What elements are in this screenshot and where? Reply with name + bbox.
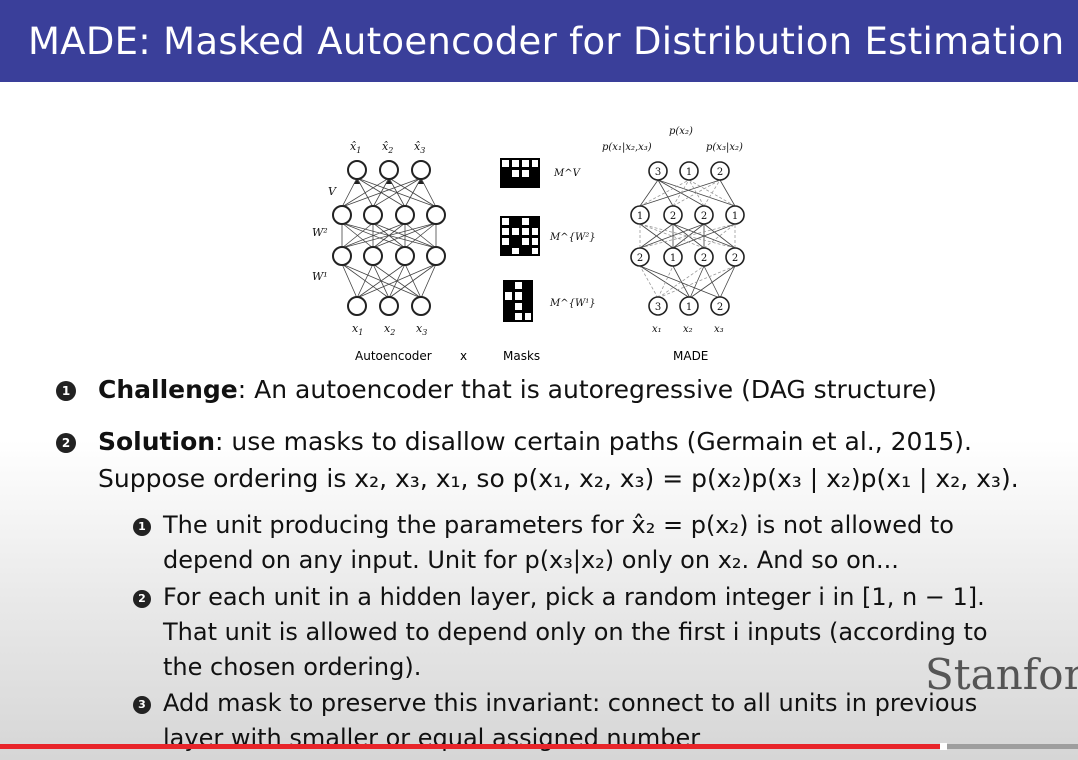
made-in-2-label: x₂ — [683, 324, 693, 335]
ae-in-2-label: x2 — [384, 322, 395, 337]
mask-v-label: M^V — [553, 168, 582, 179]
subbullet-number: 3 — [133, 696, 151, 714]
ae-in-3-label: x3 — [416, 322, 427, 337]
mask-v — [500, 158, 540, 188]
made-h1-num-2: 1 — [670, 253, 676, 264]
made-right-label: p(x₃|x₂) — [706, 142, 743, 153]
subbullet-number: 1 — [133, 518, 151, 536]
ae-out-1-label: x̂1 — [350, 140, 361, 155]
made-h1-num-1: 2 — [637, 253, 643, 264]
bullet-text-line2: Suppose ordering is x₂, x₃, x₁, so p(x₁,… — [98, 464, 1019, 493]
weight-v-label: V — [328, 185, 337, 198]
subbullet-line: depend on any input. Unit for p(x₃|x₂) o… — [163, 546, 899, 574]
made-out-num-3: 2 — [717, 167, 723, 178]
subbullet-line: That unit is allowed to depend only on t… — [163, 618, 988, 646]
bullet-number: 2 — [56, 433, 76, 453]
weight-w1-label: W¹ — [312, 270, 328, 283]
weight-w2-label: W² — [312, 226, 328, 239]
subbullet-line: the chosen ordering). — [163, 653, 422, 681]
mask-w1 — [503, 280, 533, 322]
subbullet-number: 2 — [133, 590, 151, 608]
subbullet-line: For each unit in a hidden layer, pick a … — [163, 583, 985, 611]
made-h2-num-2: 2 — [670, 211, 676, 222]
made-figure: x̂1 x̂2 x̂3 V W² W¹ x1 x2 x3 Autoencoder… — [312, 126, 745, 363]
video-progress-fill — [0, 744, 941, 749]
slide-title: MADE: Masked Autoencoder for Distributio… — [28, 20, 1065, 63]
made-in-1-label: x₁ — [652, 324, 662, 335]
made-h2-num-1: 1 — [637, 211, 643, 222]
made-h1-num-4: 2 — [732, 253, 738, 264]
made-out-num-2: 1 — [686, 167, 692, 178]
subbullet-line: The unit producing the parameters for x̂… — [163, 511, 954, 539]
made-in-num-3: 2 — [717, 302, 723, 313]
masks-caption: Masks — [503, 349, 540, 363]
made-out-num-1: 3 — [655, 167, 661, 178]
made-h2-num-3: 2 — [701, 211, 707, 222]
subbullet-line: Add mask to preserve this invariant: con… — [163, 689, 978, 717]
ae-out-3-label: x̂3 — [414, 140, 425, 155]
made-h1-num-3: 2 — [701, 253, 707, 264]
ae-out-2-label: x̂2 — [382, 140, 393, 155]
bullet-text: Challenge: An autoencoder that is autore… — [98, 375, 937, 404]
made-top-label: p(x₂) — [669, 126, 693, 137]
mask-w2-label: M^{W²} — [549, 232, 596, 243]
mask-w1-label: M^{W¹} — [549, 298, 596, 309]
made-h2-num-4: 1 — [732, 211, 738, 222]
ae-in-1-label: x1 — [352, 322, 363, 337]
bullet-number: 1 — [56, 381, 76, 401]
masks-diagram: M^V M^{W²} M^{W¹} — [500, 158, 596, 322]
made-in-num-1: 3 — [655, 302, 661, 313]
made-left-label: p(x₁|x₂,x₃) — [602, 142, 652, 153]
title-bar: MADE: Masked Autoencoder for Distributio… — [0, 0, 1078, 82]
bullet-text: Solution: use masks to disallow certain … — [98, 427, 972, 456]
times-symbol: x — [460, 349, 467, 363]
made-diagram: 3 1 2 1 2 2 1 2 1 2 2 3 1 2 p(x₂) p(x₁|x… — [602, 126, 745, 335]
made-in-num-2: 1 — [686, 302, 692, 313]
stanford-watermark: Stanfor — [925, 650, 1078, 699]
made-in-3-label: x₃ — [714, 324, 724, 335]
video-progress-bar[interactable] — [0, 743, 1078, 750]
made-caption: MADE — [673, 349, 708, 363]
autoencoder-caption: Autoencoder — [355, 349, 432, 363]
autoencoder-diagram — [332, 160, 446, 316]
video-progress-thumb[interactable] — [940, 743, 948, 750]
mask-w2 — [500, 216, 540, 256]
